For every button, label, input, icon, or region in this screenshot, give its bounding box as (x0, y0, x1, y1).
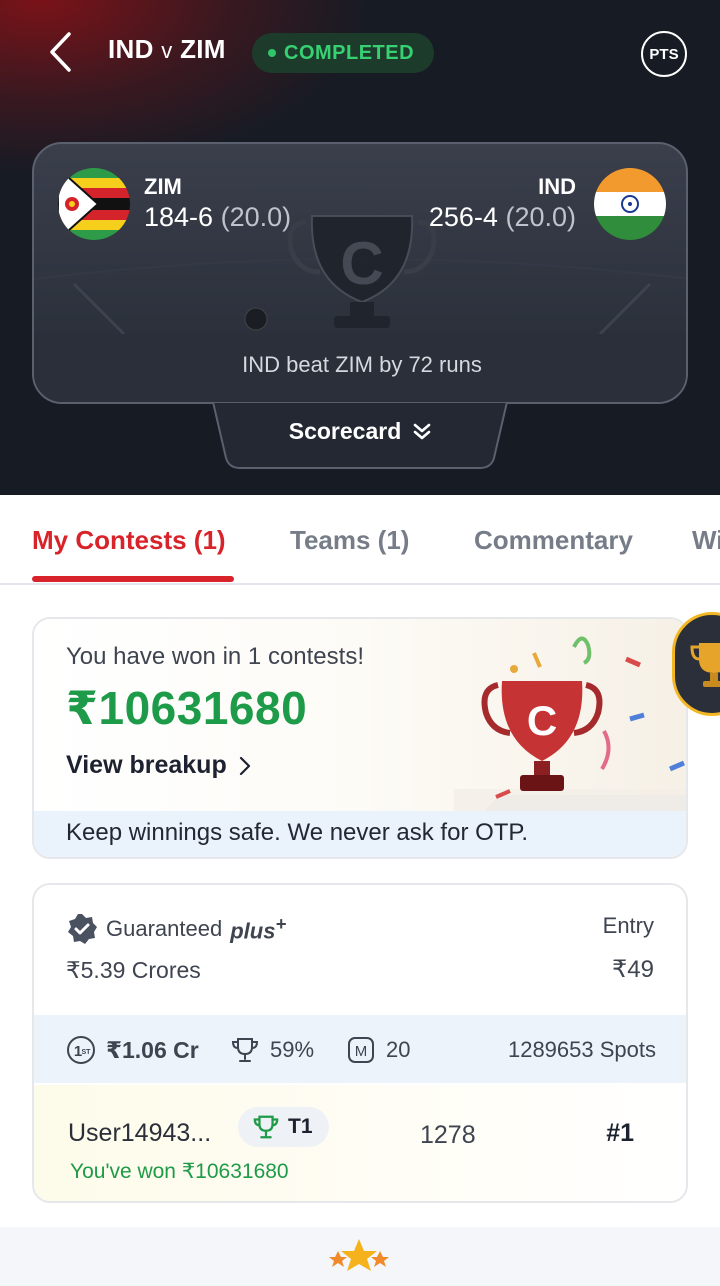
tab-teams[interactable]: Teams (1) (290, 525, 409, 556)
top-bar: IND v ZIM COMPLETED PTS (0, 0, 720, 105)
left-team-runs: 184-6 (144, 202, 214, 232)
user-rank: #1 (606, 1119, 634, 1147)
back-button[interactable] (36, 26, 84, 78)
winnings-amount: ₹10631680 (66, 682, 308, 734)
view-breakup-link[interactable]: View breakup (66, 751, 251, 780)
contest-card[interactable]: Guaranteed plus+ ₹5.39 Crores Entry ₹49 … (32, 883, 688, 1203)
svg-text:C: C (340, 230, 383, 297)
winnings-card: C You have won in 1 contests! ₹10631680 … (32, 617, 688, 859)
match-status-text: COMPLETED (284, 41, 415, 64)
verified-badge-icon (68, 914, 97, 944)
stadium-background-icon: C (34, 215, 686, 334)
back-arrow-icon (50, 32, 71, 72)
entry-label: Entry (602, 913, 654, 938)
entry-fee: ₹49 (612, 956, 654, 983)
tab-commentary[interactable]: Commentary (474, 525, 633, 556)
user-team-label: T1 (288, 1115, 313, 1138)
right-team-score: 256-4 (20.0) (429, 202, 576, 233)
match-title: IND v ZIM (108, 34, 226, 65)
right-team-runs: 256-4 (428, 202, 498, 232)
trophy-green-icon (253, 1115, 279, 1139)
user-won-text: You've won ₹10631680 (70, 1160, 289, 1183)
match-header: IND v ZIM COMPLETED PTS C ZIM 184-6 (20.… (0, 0, 720, 495)
contest-type-label: Guaranteed (106, 916, 223, 941)
user-points: 1278 (420, 1121, 476, 1149)
contest-type: Guaranteed plus+ (66, 913, 286, 945)
user-name: User14943... (68, 1119, 212, 1147)
max-entries-value: 20 (386, 1037, 411, 1062)
user-team-badge: T1 (238, 1107, 329, 1147)
points-button-label: PTS (649, 45, 679, 63)
trophy-outline-icon (231, 1038, 259, 1062)
left-team-name: ZIM (144, 174, 182, 199)
first-prize-stat: 1 ST ₹1.06 Cr (66, 1035, 199, 1065)
svg-text:M: M (355, 1043, 368, 1060)
points-button[interactable]: PTS (641, 31, 687, 77)
scorecard-button-label: Scorecard (288, 418, 402, 444)
win-percent-value: 59% (270, 1037, 315, 1062)
safety-note: Keep winnings safe. We never ask for OTP… (66, 819, 529, 846)
match-result-text: IND beat ZIM by 72 runs (242, 352, 482, 377)
prize-pool: ₹5.39 Crores (66, 957, 201, 983)
match-vs: v (161, 38, 173, 63)
contest-type-sup: + (275, 913, 287, 935)
status-dot-icon (268, 49, 276, 57)
multi-entry-icon: M (348, 1037, 374, 1063)
max-entries-stat: M 20 (346, 1035, 410, 1065)
contest-type-suffix: plus (230, 918, 276, 944)
active-tab-indicator (32, 576, 234, 582)
spots-count: 1289653 Spots (507, 1037, 656, 1062)
first-place-icon: 1 ST (67, 1036, 95, 1064)
contest-type-plus: plus+ (230, 913, 286, 944)
first-prize-value: ₹1.06 Cr (106, 1036, 199, 1063)
trophy-confetti-icon: C (454, 636, 686, 811)
scorecard-button[interactable]: Scorecard (212, 418, 508, 445)
match-status-badge: COMPLETED (252, 33, 435, 73)
gold-trophy-icon (690, 643, 720, 687)
svg-text:ST: ST (82, 1049, 92, 1056)
match-team-a: IND (108, 34, 154, 64)
double-chevron-down-icon (413, 423, 431, 439)
view-breakup-label: View breakup (66, 751, 227, 779)
right-team-name: IND (538, 174, 576, 199)
tab-my-contests[interactable]: My Contests (1) (32, 525, 226, 556)
contests-content: C You have won in 1 contests! ₹10631680 … (0, 585, 720, 1286)
score-card: C ZIM 184-6 (20.0) IND 256-4 (20.0) IND … (32, 142, 688, 404)
chevron-right-icon (239, 756, 250, 775)
zimbabwe-flag-icon (58, 168, 130, 240)
india-flag-icon (594, 168, 666, 240)
tab-bar: My Contests (1) Teams (1) Commentary Wi (0, 495, 720, 585)
tab-winners[interactable]: Wi (692, 525, 720, 556)
match-team-b: ZIM (180, 34, 226, 64)
left-team-score: 184-6 (20.0) (144, 202, 291, 233)
win-percent-stat: 59% (230, 1035, 314, 1065)
winnings-headline: You have won in 1 contests! (66, 643, 364, 670)
svg-text:C: C (527, 697, 557, 744)
left-team-overs: (20.0) (220, 202, 292, 232)
user-team-row[interactable]: User14943... T1 1278 #1 You've won ₹1063… (34, 1085, 686, 1201)
stars-icon (329, 1239, 389, 1271)
right-team-overs: (20.0) (505, 202, 576, 232)
